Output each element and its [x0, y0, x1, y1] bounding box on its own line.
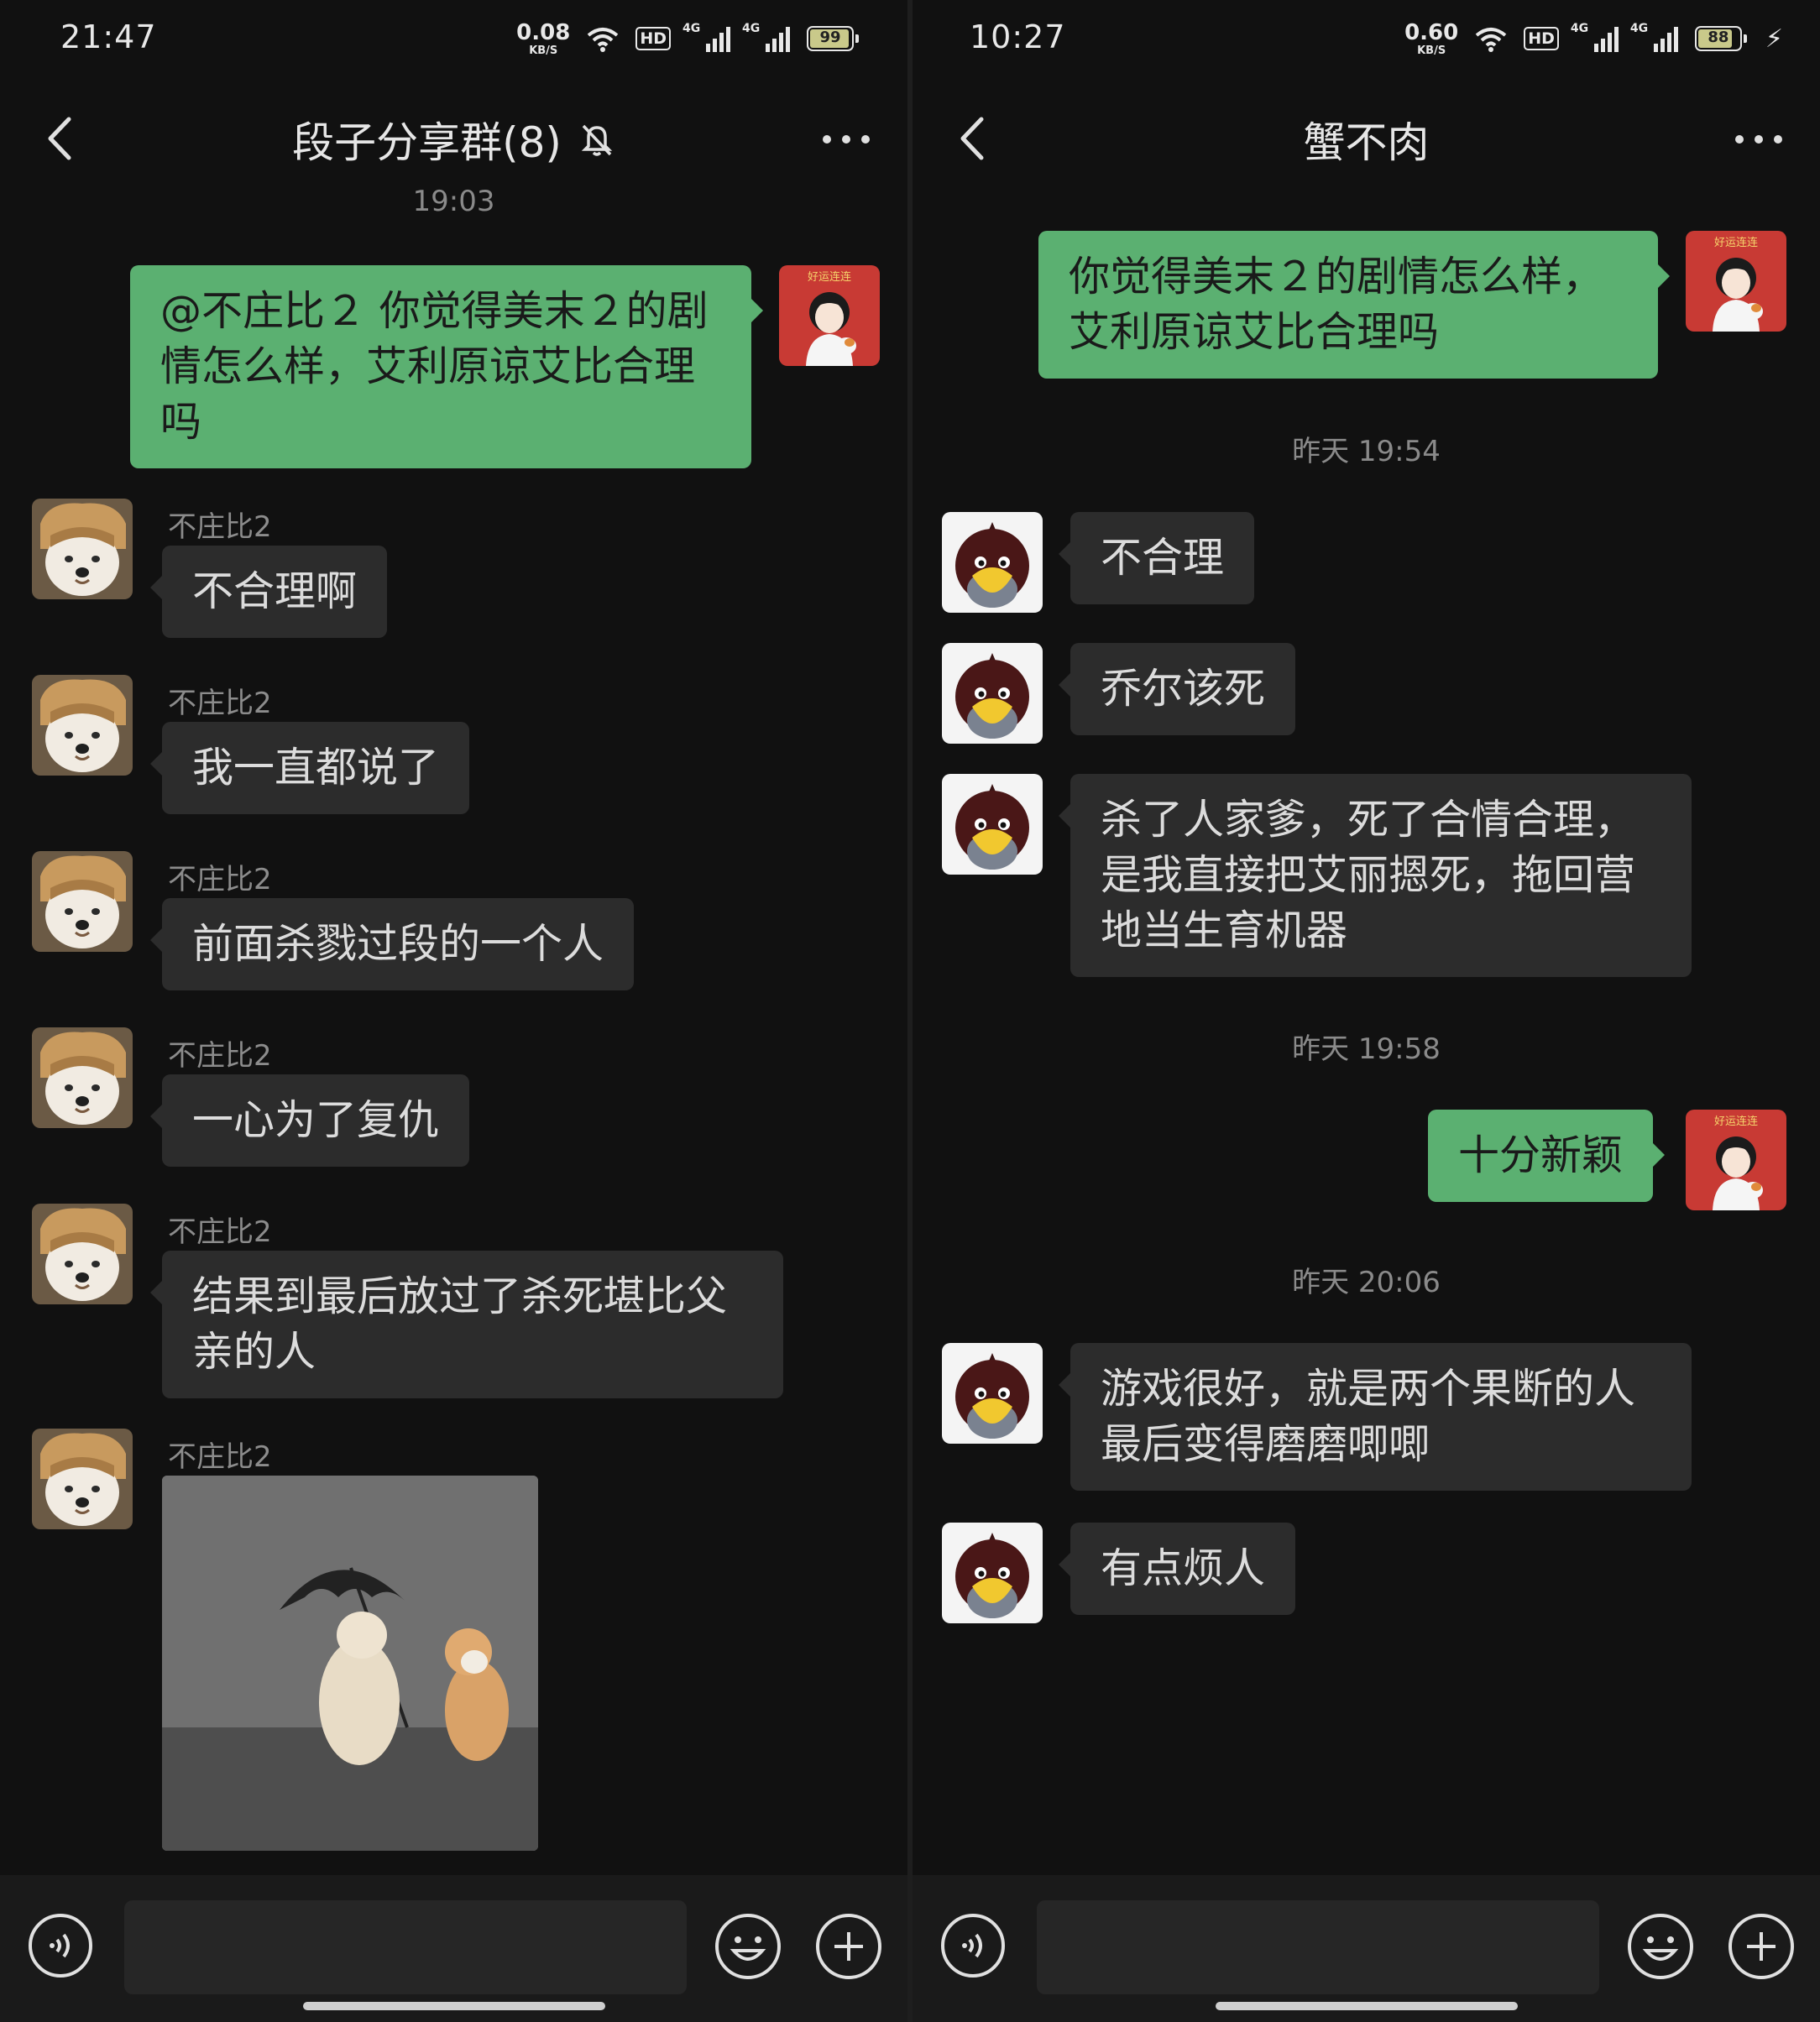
battery-icon: 88	[1694, 26, 1747, 51]
home-indicator	[302, 2002, 605, 2010]
signal-icon: 4G	[1571, 22, 1619, 52]
hd-icon: HD	[1524, 27, 1559, 50]
plus-icon[interactable]	[1727, 1912, 1796, 1981]
incoming-message[interactable]: 杀了人家爹，死了合情合理，是我直接把艾丽摁死，拖回营地当生育机器	[1059, 774, 1692, 977]
my-avatar[interactable]	[1686, 231, 1786, 332]
timestamp: 昨天 20:06	[1292, 1266, 1441, 1299]
home-indicator	[1215, 2002, 1518, 2010]
emoji-icon[interactable]	[1626, 1912, 1695, 1981]
sender-name: 不庄比2	[168, 510, 272, 544]
chat-header: 段子分享群(8)	[0, 92, 907, 185]
status-icons: 0.60 KB/S HD 4G 4G 88 ⚡	[1404, 20, 1783, 57]
sender-name: 不庄比2	[168, 863, 272, 896]
wifi-icon	[1475, 28, 1507, 52]
signal-icon: 4G	[742, 22, 790, 52]
chat-header: 蟹不肉	[913, 92, 1820, 185]
dogs-umbrella-image	[162, 1476, 538, 1851]
status-bar: 10:27 0.60 KB/S HD 4G 4G 88 ⚡	[913, 0, 1820, 84]
outgoing-message[interactable]: @不庄比２ 你觉得美末２的剧情怎么样，艾利原谅艾比合理吗	[130, 265, 763, 468]
sender-name: 不庄比2	[168, 687, 272, 720]
incoming-message[interactable]: 我一直都说了	[149, 722, 470, 814]
wifi-icon	[588, 28, 619, 52]
message-input[interactable]	[1037, 1900, 1599, 1994]
more-icon[interactable]	[817, 114, 876, 165]
signal-icon: 4G	[1630, 22, 1678, 52]
my-avatar[interactable]	[779, 265, 880, 366]
incoming-message[interactable]: 不合理啊	[149, 546, 388, 638]
more-icon[interactable]	[1729, 114, 1788, 165]
battery-icon: 99	[807, 26, 859, 51]
image-message[interactable]	[162, 1476, 538, 1851]
sender-name: 不庄比2	[168, 1039, 272, 1073]
outgoing-message[interactable]: 你觉得美末２的剧情怎么样，艾利原谅艾比合理吗	[1038, 231, 1670, 379]
network-speed: 0.60 KB/S	[1404, 19, 1459, 57]
voice-icon[interactable]	[939, 1912, 1007, 1979]
timestamp: 昨天 19:54	[1292, 435, 1441, 468]
input-bar	[913, 1875, 1820, 2022]
avatar[interactable]	[942, 512, 1043, 613]
plus-icon[interactable]	[814, 1912, 883, 1981]
sender-name: 不庄比2	[168, 1215, 272, 1249]
network-speed: 0.08 KB/S	[516, 19, 571, 57]
status-time: 10:27	[970, 18, 1066, 55]
status-bar: 21:47 0.08 KB/S HD 4G 4G 99	[0, 0, 907, 84]
my-avatar[interactable]	[1686, 1110, 1786, 1210]
incoming-message[interactable]: 一心为了复仇	[149, 1074, 470, 1167]
incoming-message[interactable]: 乔尔该死	[1058, 643, 1296, 735]
outgoing-message[interactable]: 十分新颖	[1428, 1110, 1666, 1202]
avatar[interactable]	[942, 1343, 1043, 1444]
timestamp: 昨天 19:58	[1292, 1032, 1441, 1066]
avatar[interactable]	[32, 675, 133, 776]
incoming-message[interactable]: 不合理	[1058, 512, 1255, 604]
incoming-message[interactable]: 前面杀戮过段的一个人	[149, 898, 635, 990]
right-phone-screen: 10:27 0.60 KB/S HD 4G 4G 88 ⚡ 蟹不肉 你觉得美末２…	[913, 0, 1820, 2022]
incoming-message[interactable]: 有点烦人	[1058, 1523, 1296, 1615]
avatar[interactable]	[942, 774, 1043, 875]
avatar[interactable]	[32, 499, 133, 599]
emoji-icon[interactable]	[714, 1912, 782, 1981]
avatar[interactable]	[32, 1027, 133, 1128]
incoming-message[interactable]: 结果到最后放过了杀死堪比父亲的人	[150, 1251, 783, 1398]
chat-title: 蟹不肉	[1303, 118, 1430, 167]
avatar[interactable]	[32, 1204, 133, 1304]
message-input[interactable]	[124, 1900, 687, 1994]
status-icons: 0.08 KB/S HD 4G 4G 99	[516, 20, 859, 57]
mute-bell-icon	[581, 124, 613, 156]
hd-icon: HD	[635, 27, 671, 50]
avatar[interactable]	[32, 1429, 133, 1529]
status-time: 21:47	[60, 18, 157, 55]
sender-name: 不庄比2	[168, 1440, 272, 1474]
left-phone-screen: 21:47 0.08 KB/S HD 4G 4G 99 段子分享群(8) 19:…	[0, 0, 907, 2022]
timestamp: 19:03	[412, 185, 495, 218]
chat-title: 段子分享群(8)	[292, 118, 562, 167]
avatar[interactable]	[942, 1523, 1043, 1623]
voice-icon[interactable]	[27, 1912, 94, 1979]
charging-icon: ⚡	[1765, 24, 1783, 54]
signal-icon: 4G	[682, 22, 730, 52]
input-bar	[0, 1875, 907, 2022]
avatar[interactable]	[32, 851, 133, 952]
incoming-message[interactable]: 游戏很好，就是两个果断的人最后变得磨磨唧唧	[1059, 1343, 1692, 1491]
avatar[interactable]	[942, 643, 1043, 744]
